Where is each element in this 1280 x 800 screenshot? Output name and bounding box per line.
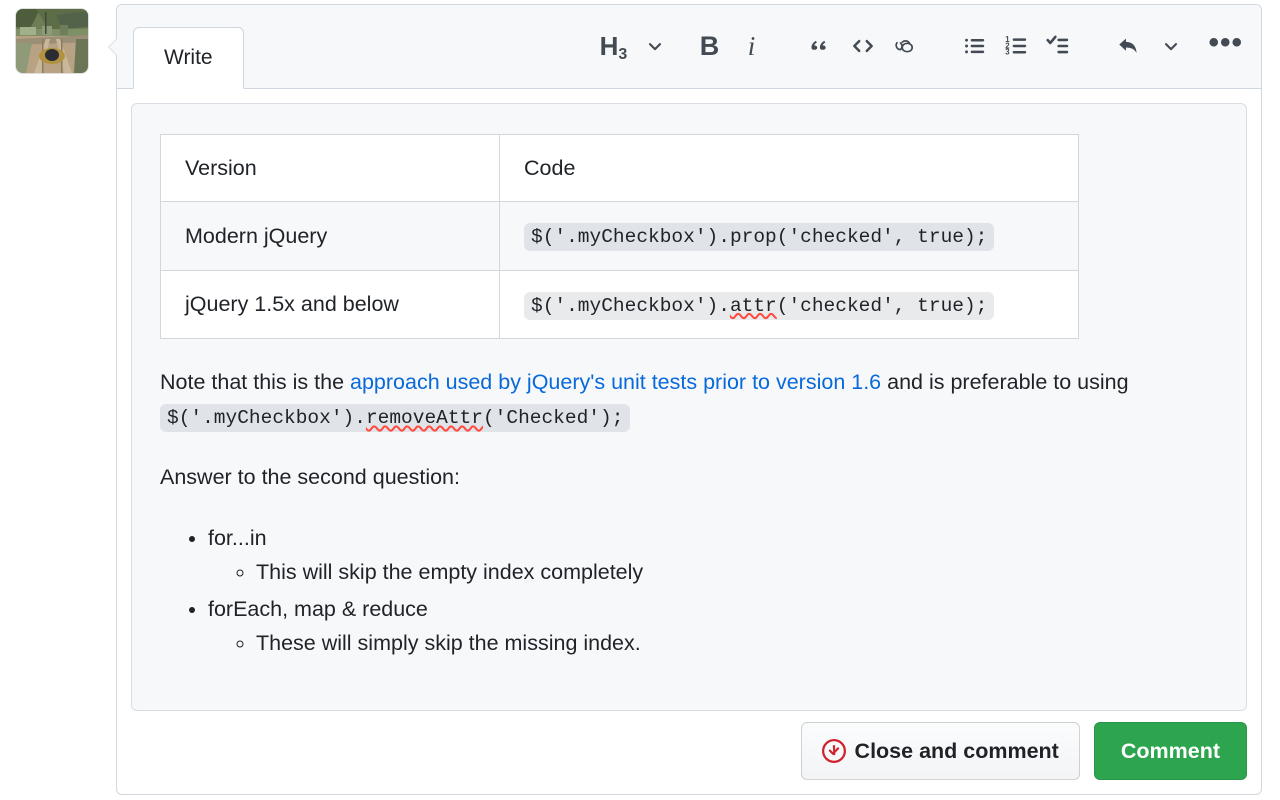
- markdown-content: Version Code Modern jQuery $('.myCheckbo…: [160, 133, 1218, 661]
- inline-code: $('.myCheckbox').attr('checked', true);: [524, 291, 995, 320]
- tab-write[interactable]: Write: [133, 27, 244, 89]
- kebab-horizontal-icon: •••: [1208, 26, 1243, 59]
- comment-button[interactable]: Comment: [1093, 722, 1247, 780]
- list-item: for...in This will skip the empty index …: [208, 521, 1218, 590]
- composer-body: Version Code Modern jQuery $('.myCheckbo…: [117, 89, 1261, 711]
- italic-icon: i: [747, 30, 756, 61]
- heading-level-label: H3: [599, 31, 628, 63]
- unordered-list-button[interactable]: [954, 26, 996, 66]
- table-cell-version: Modern jQuery: [160, 201, 500, 271]
- table-cell-code: $('.myCheckbox').prop('checked', true);: [499, 201, 1079, 271]
- quote-button[interactable]: [800, 26, 842, 66]
- close-and-comment-label: Close and comment: [854, 738, 1059, 763]
- jquery-unit-tests-link[interactable]: approach used by jQuery's unit tests pri…: [350, 370, 881, 394]
- answer-sublist: These will simply skip the missing index…: [208, 626, 1218, 660]
- spellcheck-misspelled-word: removeAttr: [365, 407, 483, 430]
- table-cell-code: $('.myCheckbox').attr('checked', true);: [499, 269, 1079, 339]
- inline-code: $('.myCheckbox').prop('checked', true);: [524, 223, 995, 252]
- note-text-mid: and is preferable to using: [881, 369, 1129, 394]
- comment-button-label: Comment: [1120, 738, 1220, 763]
- code-button[interactable]: [842, 26, 884, 66]
- code-part-pre: $('.myCheckbox').: [531, 226, 730, 249]
- numbered-list-icon: 1 2 3: [1006, 35, 1027, 57]
- answer-sublist: This will skip the empty index completel…: [208, 555, 1218, 589]
- quote-icon: [811, 40, 827, 50]
- svg-text:3: 3: [1006, 48, 1011, 57]
- spellcheck-misspelled-word: attr: [729, 294, 777, 317]
- note-text-pre: Note that this is the: [160, 369, 351, 394]
- composer-header: Write H3 B i 1 2 3 •••: [117, 5, 1261, 89]
- answer-intro-paragraph: Answer to the second question:: [160, 465, 460, 490]
- list-item: These will simply skip the missing index…: [256, 626, 1218, 660]
- table-body: Modern jQuery $('.myCheckbox').prop('che…: [160, 201, 1079, 339]
- list-item-label: forEach, map & reduce: [208, 596, 428, 621]
- code-part-post: ('checked', true);: [776, 294, 988, 317]
- reply-button[interactable]: [1108, 26, 1150, 66]
- tab-write-label: Write: [164, 46, 213, 69]
- reply-arrow-icon: [1119, 38, 1138, 53]
- table-row: Modern jQuery $('.myCheckbox').prop('che…: [160, 201, 1079, 271]
- bulleted-list-icon: [965, 38, 985, 54]
- table-header: Version Code: [160, 133, 1079, 203]
- comment-composer: Write H3 B i 1 2 3 ••• Version Code Mode…: [108, 4, 1262, 795]
- issue-closed-icon: [821, 739, 846, 763]
- link-button[interactable]: [884, 26, 926, 66]
- ordered-list-button[interactable]: 1 2 3: [996, 26, 1038, 66]
- code-part-post: prop('checked', true);: [729, 226, 988, 249]
- speech-bubble-arrow: [108, 38, 117, 56]
- list-item: This will skip the empty index completel…: [256, 555, 1218, 589]
- answer-list: for...in This will skip the empty index …: [160, 521, 1218, 661]
- list-item: forEach, map & reduce These will simply …: [208, 592, 1218, 661]
- link-icon: [895, 40, 914, 53]
- page-root: Write H3 B i 1 2 3 ••• Version Code Mode…: [0, 0, 1280, 800]
- markdown-toolbar: H3 B i 1 2 3 •••: [592, 26, 1247, 66]
- heading-picker-button[interactable]: H3: [592, 26, 634, 66]
- code-part-pre: $('.myCheckbox').: [531, 294, 730, 317]
- code-versions-table: Version Code Modern jQuery $('.myCheckbo…: [160, 133, 1079, 339]
- inline-code: $('.myCheckbox').removeAttr('Checked');: [160, 404, 631, 433]
- task-list-icon: [1046, 35, 1069, 54]
- more-options-button[interactable]: •••: [1204, 26, 1247, 66]
- chevron-down-icon[interactable]: [634, 26, 676, 66]
- bold-button[interactable]: B: [688, 26, 730, 66]
- close-and-comment-button[interactable]: Close and comment: [800, 722, 1080, 780]
- task-list-button[interactable]: [1038, 26, 1080, 66]
- table-header-row: Version Code: [160, 133, 1079, 203]
- composer-footer: Close and comment Comment: [800, 722, 1247, 780]
- reply-chevron-down-icon[interactable]: [1150, 26, 1192, 66]
- italic-button[interactable]: i: [730, 26, 772, 66]
- note-paragraph: Note that this is the approach used by j…: [160, 365, 1218, 435]
- table-cell-version: jQuery 1.5x and below: [160, 269, 500, 339]
- table-row: jQuery 1.5x and below $('.myCheckbox').a…: [160, 269, 1079, 339]
- avatar[interactable]: [16, 9, 88, 73]
- code-icon: [853, 39, 874, 53]
- table-header-version: Version: [160, 133, 500, 203]
- comment-textarea[interactable]: Version Code Modern jQuery $('.myCheckbo…: [131, 103, 1247, 711]
- list-item-label: for...in: [208, 525, 267, 550]
- code-part-pre: $('.myCheckbox').: [167, 407, 366, 430]
- code-part-post: ('Checked');: [482, 407, 624, 430]
- table-header-code: Code: [499, 133, 1079, 203]
- composer-tabs: Write: [133, 26, 244, 89]
- avatar-railway-photo: [16, 9, 88, 73]
- bold-icon: B: [699, 30, 720, 61]
